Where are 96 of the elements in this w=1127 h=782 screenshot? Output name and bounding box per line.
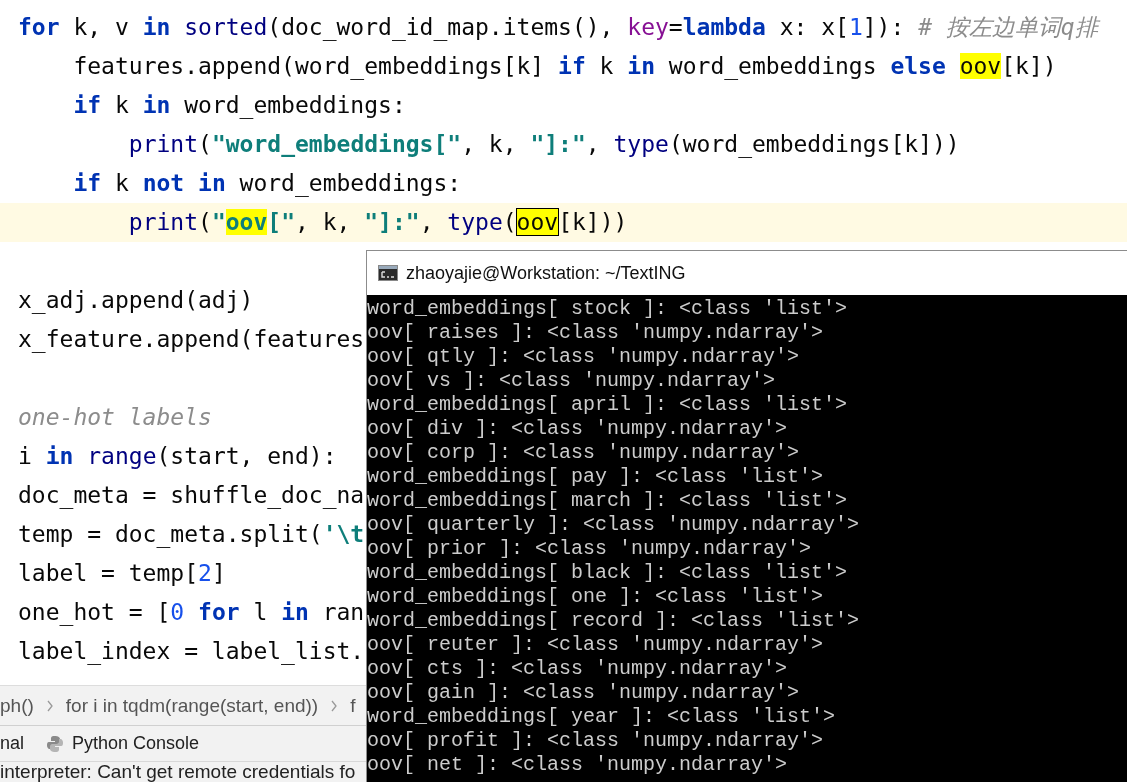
terminal-output-line: word_embeddings[ march ]: <class 'list'> xyxy=(367,489,849,513)
keyword: not in xyxy=(142,170,226,196)
terminal-output-line: word_embeddings[ one ]: <class 'list'> xyxy=(367,585,825,609)
window-title: zhaoyajie@Workstation: ~/TextING xyxy=(406,262,686,284)
string-literal: [" xyxy=(267,209,295,235)
terminal-output-line: oov[ corp ]: <class 'numpy.ndarray'> xyxy=(367,441,801,465)
string-literal: "word_embeddings[" xyxy=(211,131,462,157)
code-text: x_feature.append(features xyxy=(18,326,365,352)
keyword: if xyxy=(558,53,586,79)
keyword: in xyxy=(627,53,655,79)
code-text: ( xyxy=(198,131,212,157)
chevron-right-icon xyxy=(45,699,54,712)
search-match: oov xyxy=(225,209,268,235)
code-text: label_index = label_list. xyxy=(18,638,365,664)
number-literal: 2 xyxy=(198,560,212,586)
string-literal: " xyxy=(211,209,226,235)
function-name: print xyxy=(128,131,199,157)
code-text: , k, xyxy=(295,209,352,235)
code-text: ( xyxy=(502,209,517,235)
code-text: (word_embeddings[k])) xyxy=(668,131,960,157)
number-literal: 1 xyxy=(848,14,863,40)
code-text: doc_meta = shuffle_doc_na xyxy=(18,482,365,508)
keyword: for xyxy=(197,599,240,625)
breadcrumb-item[interactable]: for i in tqdm(range(start, end)) xyxy=(65,694,319,717)
number-literal: 0 xyxy=(170,599,185,625)
code-text: word_embeddings: xyxy=(238,170,462,196)
terminal-output-line: word_embeddings[ black ]: <class 'list'> xyxy=(367,561,849,585)
terminal-output-line: oov[ quarterly ]: <class 'numpy.ndarray'> xyxy=(367,513,861,537)
terminal-output-line: word_embeddings[ year ]: <class 'list'> xyxy=(367,705,837,729)
string-literal: "]:" xyxy=(364,209,420,235)
terminal-output-line: word_embeddings[ april ]: <class 'list'> xyxy=(367,393,849,417)
code-text: ]): xyxy=(862,14,906,40)
string-literal: "]:" xyxy=(530,131,586,157)
parameter-name: key xyxy=(627,14,669,40)
terminal-output-line: oov[ profit ]: <class 'numpy.ndarray'> xyxy=(367,729,825,753)
terminal-output-line: oov[ gain ]: <class 'numpy.ndarray'> xyxy=(367,681,801,705)
code-text: label = temp[ xyxy=(18,560,198,586)
terminal-output-line: oov[ vs ]: <class 'numpy.ndarray'> xyxy=(367,369,777,393)
code-text: features.append(word_embeddings[k] xyxy=(73,53,546,79)
function-name: range xyxy=(86,443,157,469)
breadcrumb-item[interactable]: f xyxy=(350,694,356,717)
code-text: (doc_word_id_map.items(), xyxy=(267,14,615,40)
function-name: sorted xyxy=(183,14,268,40)
code-text: , xyxy=(419,209,435,235)
terminal-output-line: oov[ div ]: <class 'numpy.ndarray'> xyxy=(367,417,789,441)
function-name: type xyxy=(613,131,669,157)
keyword: else xyxy=(890,53,947,79)
terminal-output-line: word_embeddings[ pay ]: <class 'list'> xyxy=(367,465,825,489)
terminal-output-line: oov[ raises ]: <class 'numpy.ndarray'> xyxy=(367,321,825,345)
keyword: for xyxy=(18,14,60,40)
code-text: k xyxy=(598,53,615,79)
code-text: temp = doc_meta.split( xyxy=(18,521,323,547)
tool-window-tab[interactable]: Python Console xyxy=(46,733,204,754)
keyword: if xyxy=(73,92,102,118)
keyword: in xyxy=(142,92,171,118)
terminal-output-line: oov[ prior ]: <class 'numpy.ndarray'> xyxy=(367,537,813,561)
terminal-output-line: word_embeddings[ stock ]: <class 'list'> xyxy=(367,297,849,321)
code-text: , xyxy=(585,131,601,157)
code-text: , k, xyxy=(461,131,518,157)
search-match: oov xyxy=(959,53,1002,79)
terminal-output-line: oov[ qtly ]: <class 'numpy.ndarray'> xyxy=(367,345,801,369)
code-text: x: x[ xyxy=(778,14,849,40)
current-search-match: oov xyxy=(516,209,559,235)
code-text: [k]) xyxy=(1001,53,1057,79)
code-text: i xyxy=(18,443,33,469)
function-name: print xyxy=(128,209,199,235)
terminal-output-line: word_embeddings[ record ]: <class 'list'> xyxy=(367,609,861,633)
keyword: if xyxy=(73,170,102,196)
keyword: in xyxy=(142,14,171,40)
code-text: ran xyxy=(321,599,365,625)
code-text: (start, end): xyxy=(156,443,337,469)
keyword: in xyxy=(45,443,74,469)
code-text: = xyxy=(668,14,683,40)
string-literal: '\t xyxy=(322,521,365,547)
tool-window-tab[interactable]: nal xyxy=(0,733,29,754)
code-text: k xyxy=(113,170,130,196)
keyword: in xyxy=(281,599,309,625)
breadcrumb-item[interactable]: ph() xyxy=(0,694,34,717)
code-text: word_embeddings: xyxy=(183,92,406,118)
terminal-output-line: oov[ cts ]: <class 'numpy.ndarray'> xyxy=(367,657,789,681)
code-text: k, v xyxy=(72,14,130,40)
code-text: [k])) xyxy=(558,209,628,235)
code-text: ( xyxy=(198,209,212,235)
code-comment: one-hot labels xyxy=(18,404,212,430)
python-icon xyxy=(46,734,65,753)
code-text: x_adj.append(adj) xyxy=(18,287,254,313)
code-text: l xyxy=(252,599,269,625)
chevron-right-icon xyxy=(330,699,339,712)
code-text: k xyxy=(113,92,130,118)
code-text: ] xyxy=(211,560,226,586)
keyword: lambda xyxy=(682,14,766,40)
console-icon xyxy=(378,265,398,281)
code-text: one_hot = [ xyxy=(18,599,171,625)
function-name: type xyxy=(447,209,503,235)
terminal-output-line: oov[ reuter ]: <class 'numpy.ndarray'> xyxy=(367,633,825,657)
code-text: word_embeddings xyxy=(667,53,878,79)
